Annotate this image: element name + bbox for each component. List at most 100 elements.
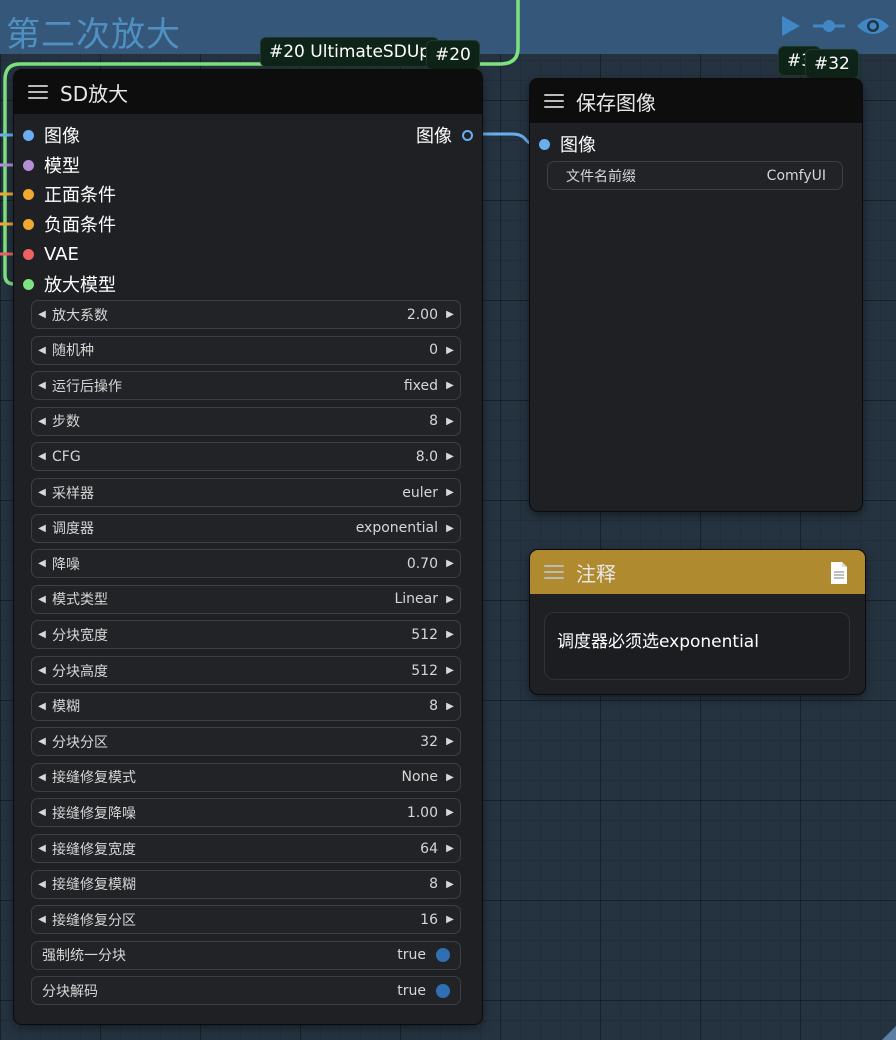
widget-row[interactable]: ◀ 运行后操作 fixed ▶: [31, 371, 461, 401]
note-node[interactable]: 注释 调度器必须选exponential: [530, 550, 865, 694]
toggle-indicator[interactable]: [436, 983, 450, 998]
upscale-node-header[interactable]: SD放大: [14, 70, 482, 114]
widget-row[interactable]: ◀ 调度器 exponential ▶: [31, 513, 461, 543]
arrow-left-icon[interactable]: ◀: [32, 879, 52, 890]
arrow-right-icon[interactable]: ▶: [440, 665, 460, 676]
slot-label: 图像: [44, 126, 80, 147]
widget-row[interactable]: ◀ 采样器 euler ▶: [31, 478, 461, 507]
arrow-left-icon[interactable]: ◀: [32, 914, 52, 925]
input-slot-positive[interactable]: 正面条件: [23, 182, 116, 206]
widget-row[interactable]: ◀ 随机种 0 ▶: [31, 335, 461, 365]
toggle-indicator[interactable]: [436, 948, 450, 963]
arrow-left-icon[interactable]: ◀: [32, 843, 52, 854]
group-title[interactable]: 第二次放大: [6, 7, 181, 56]
widget-value: 8.0: [415, 448, 438, 465]
input-slot-image[interactable]: 图像: [23, 123, 80, 147]
arrow-left-icon[interactable]: ◀: [32, 523, 52, 534]
input-slot-upscale-model[interactable]: 放大模型: [23, 272, 116, 296]
widget-value: Linear: [394, 591, 438, 608]
eye-icon[interactable]: [856, 14, 890, 38]
arrow-right-icon[interactable]: ▶: [440, 309, 460, 320]
menu-icon[interactable]: [544, 565, 564, 579]
arrow-left-icon[interactable]: ◀: [32, 701, 52, 712]
arrow-left-icon[interactable]: ◀: [32, 594, 52, 605]
widget-value: None: [401, 769, 438, 786]
widget-label: 分块宽度: [52, 627, 108, 644]
slot-dot: [539, 138, 550, 150]
toggle-row[interactable]: 分块解码 true: [31, 976, 461, 1006]
widget-label: 随机种: [52, 343, 94, 360]
slot-label: 模型: [44, 156, 80, 177]
widget-label: 步数: [52, 414, 80, 431]
note-text-area[interactable]: 调度器必须选exponential: [544, 612, 850, 680]
widget-row[interactable]: ◀ 分块分区 32 ▶: [31, 727, 461, 757]
arrow-left-icon[interactable]: ◀: [32, 558, 52, 569]
toggle-row[interactable]: 强制统一分块 true: [31, 940, 461, 970]
input-slot-negative[interactable]: 负面条件: [23, 212, 116, 236]
arrow-right-icon[interactable]: ▶: [440, 451, 460, 462]
widget-row[interactable]: ◀ 分块宽度 512 ▶: [31, 620, 461, 650]
arrow-right-icon[interactable]: ▶: [440, 807, 460, 818]
arrow-right-icon[interactable]: ▶: [440, 345, 460, 356]
arrow-left-icon[interactable]: ◀: [32, 309, 52, 320]
note-node-header[interactable]: 注释: [530, 550, 865, 594]
save-node-header[interactable]: 保存图像: [530, 79, 862, 123]
link-icon[interactable]: [812, 14, 846, 38]
widget-label: 模糊: [52, 699, 80, 716]
save-image-node[interactable]: 保存图像 图像 文件名前缀 ComfyUI: [530, 79, 862, 511]
filename-prefix-field[interactable]: 文件名前缀 ComfyUI: [547, 161, 843, 190]
arrow-right-icon[interactable]: ▶: [440, 701, 460, 712]
arrow-right-icon[interactable]: ▶: [440, 487, 460, 498]
resize-corner[interactable]: [882, 1026, 896, 1040]
arrow-right-icon[interactable]: ▶: [440, 594, 460, 605]
widget-row[interactable]: ◀ 分块高度 512 ▶: [31, 656, 461, 685]
widget-row[interactable]: ◀ CFG 8.0 ▶: [31, 442, 461, 472]
input-slot-model[interactable]: 模型: [23, 153, 80, 177]
arrow-right-icon[interactable]: ▶: [440, 416, 460, 427]
widget-row[interactable]: ◀ 放大系数 2.00 ▶: [31, 300, 461, 329]
arrow-left-icon[interactable]: ◀: [32, 487, 52, 498]
arrow-left-icon[interactable]: ◀: [32, 345, 52, 356]
arrow-right-icon[interactable]: ▶: [440, 736, 460, 747]
input-slot-image[interactable]: 图像: [539, 132, 596, 156]
arrow-left-icon[interactable]: ◀: [32, 451, 52, 462]
widget-label: 运行后操作: [52, 378, 122, 395]
widget-row[interactable]: ◀ 模糊 8 ▶: [31, 691, 461, 721]
menu-icon[interactable]: [544, 94, 564, 108]
arrow-right-icon[interactable]: ▶: [440, 629, 460, 640]
arrow-left-icon[interactable]: ◀: [32, 807, 52, 818]
widget-value: 2.00: [406, 306, 438, 323]
widget-row[interactable]: ◀ 接缝修复模式 None ▶: [31, 762, 461, 792]
widget-row[interactable]: ◀ 降噪 0.70 ▶: [31, 549, 461, 579]
play-icon[interactable]: [778, 14, 802, 38]
arrow-left-icon[interactable]: ◀: [32, 772, 52, 783]
arrow-right-icon[interactable]: ▶: [440, 523, 460, 534]
output-slot-image[interactable]: 图像: [416, 123, 473, 147]
input-slot-vae[interactable]: VAE: [23, 242, 79, 266]
widget-row[interactable]: ◀ 接缝修复宽度 64 ▶: [31, 834, 461, 863]
arrow-right-icon[interactable]: ▶: [440, 772, 460, 783]
arrow-right-icon[interactable]: ▶: [440, 879, 460, 890]
widget-row[interactable]: ◀ 接缝修复分区 16 ▶: [31, 905, 461, 935]
slot-label: 图像: [416, 126, 452, 147]
slot-dot: [23, 129, 34, 141]
arrow-right-icon[interactable]: ▶: [440, 914, 460, 925]
arrow-left-icon[interactable]: ◀: [32, 665, 52, 676]
widget-row[interactable]: ◀ 步数 8 ▶: [31, 406, 461, 436]
widget-label: 接缝修复降噪: [52, 805, 136, 822]
arrow-right-icon[interactable]: ▶: [440, 380, 460, 391]
widget-value: 512: [411, 662, 438, 679]
upscale-node[interactable]: SD放大 图像 模型 正面条件 负面条件 VAE 放大模型 图像 ◀ 放大系数 2.…: [14, 70, 482, 1024]
widget-value: 8: [429, 698, 438, 715]
arrow-left-icon[interactable]: ◀: [32, 416, 52, 427]
arrow-right-icon[interactable]: ▶: [440, 843, 460, 854]
widget-value: 64: [420, 840, 438, 857]
menu-icon[interactable]: [28, 85, 48, 99]
arrow-right-icon[interactable]: ▶: [440, 558, 460, 569]
arrow-left-icon[interactable]: ◀: [32, 736, 52, 747]
widget-row[interactable]: ◀ 接缝修复模糊 8 ▶: [31, 869, 461, 899]
widget-row[interactable]: ◀ 模式类型 Linear ▶: [31, 584, 461, 614]
arrow-left-icon[interactable]: ◀: [32, 380, 52, 391]
arrow-left-icon[interactable]: ◀: [32, 629, 52, 640]
widget-row[interactable]: ◀ 接缝修复降噪 1.00 ▶: [31, 798, 461, 828]
